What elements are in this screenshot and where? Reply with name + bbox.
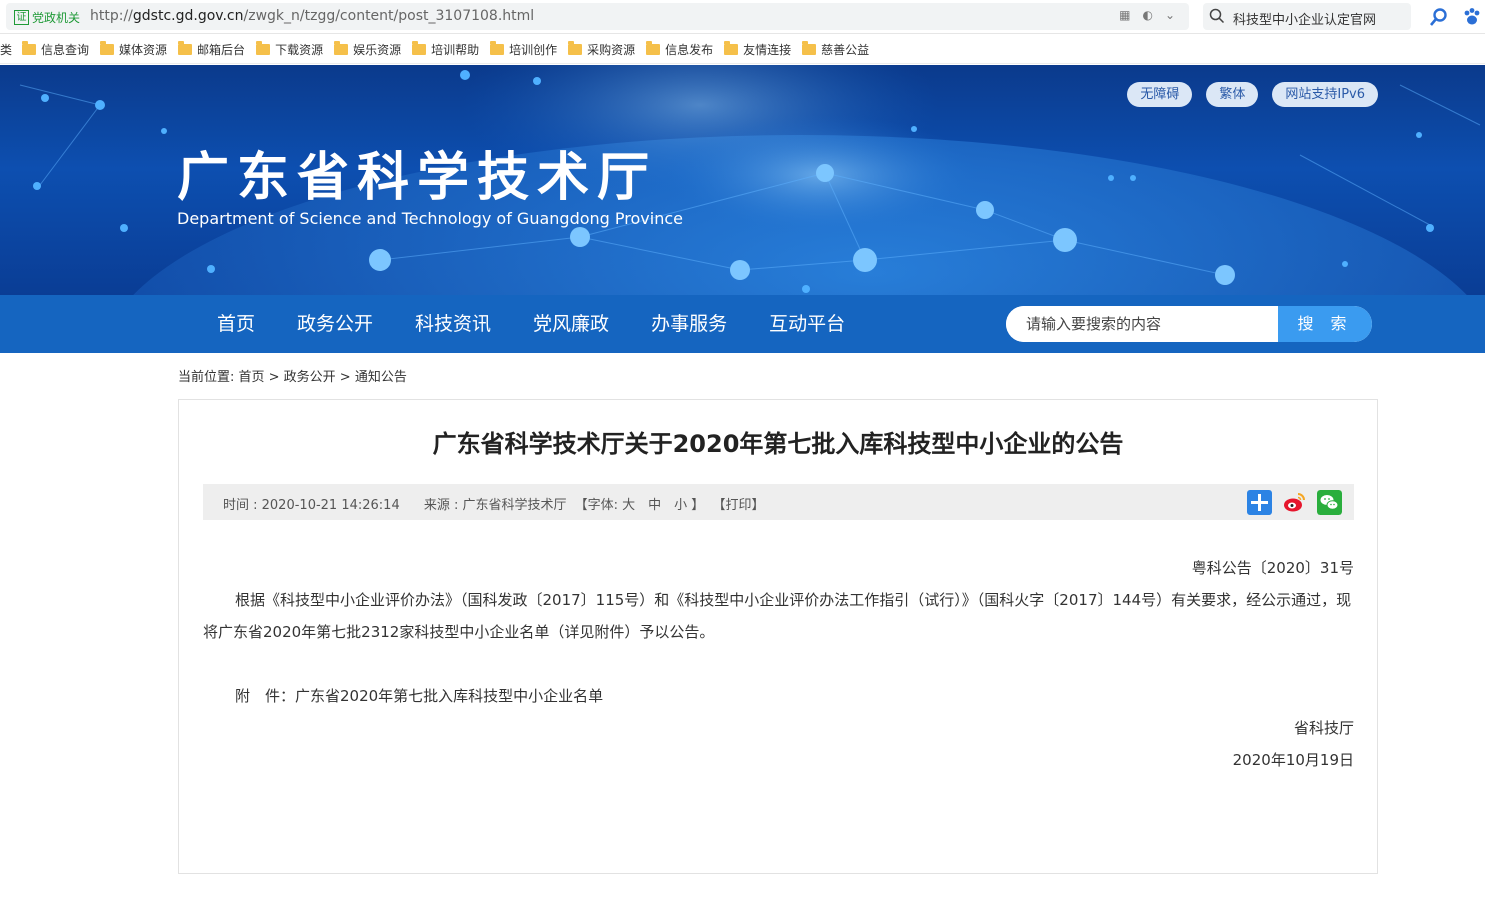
article-meta-info: 时间 : 2020-10-21 14:26:14 来源 : 广东省科学技术厅 【…: [223, 494, 784, 513]
url-path: /zwgk_n/tzgg/content/post_3107108.html: [243, 8, 535, 24]
share-more-icon[interactable]: [1247, 490, 1272, 515]
site-banner: 无障碍 繁体 网站支持IPv6 广东省科学技术厅 Department of S…: [0, 65, 1485, 295]
bookmark-item[interactable]: 信息查询: [22, 40, 89, 58]
bookmark-item[interactable]: 娱乐资源: [334, 40, 401, 58]
site-title[interactable]: 广东省科学技术厅: [177, 135, 657, 210]
bookmark-item[interactable]: 培训帮助: [412, 40, 479, 58]
share-buttons: [1247, 490, 1342, 515]
bookmark-item[interactable]: 信息发布: [646, 40, 713, 58]
breadcrumb[interactable]: 当前位置: 首页 > 政务公开 > 通知公告: [178, 366, 407, 385]
sign-date: 2020年10月19日: [1232, 751, 1354, 769]
nav-items: 首页 政务公开 科技资讯 党风廉政 办事服务 互动平台: [196, 295, 866, 353]
bookmark-item[interactable]: 下载资源: [256, 40, 323, 58]
article-container: 广东省科学技术厅关于2020年第七批入库科技型中小企业的公告 时间 : 2020…: [178, 399, 1378, 874]
folder-icon: [724, 40, 739, 55]
traditional-chinese-link[interactable]: 繁体: [1206, 82, 1259, 107]
folder-icon: [334, 40, 349, 55]
bookmark-item[interactable]: 友情连接: [724, 40, 791, 58]
compat-mode-icon[interactable]: ◐: [1142, 8, 1152, 22]
site-search: 搜 索: [1006, 306, 1372, 342]
nav-item-government-affairs[interactable]: 政务公开: [276, 295, 394, 353]
main-nav: 首页 政务公开 科技资讯 党风廉政 办事服务 互动平台 搜 索: [0, 295, 1485, 353]
ipv6-badge[interactable]: 网站支持IPv6: [1272, 82, 1378, 107]
wechat-icon[interactable]: [1317, 490, 1342, 515]
bookmark-item[interactable]: 采购资源: [568, 40, 635, 58]
signer: 省科技厅: [1293, 719, 1354, 737]
chevron-down-icon[interactable]: ⌄: [1165, 8, 1175, 22]
gov-badge: 证 党政机关: [14, 9, 80, 25]
url-host: gdstc.gd.gov.cn: [132, 8, 244, 24]
article-title: 广东省科学技术厅关于2020年第七批入库科技型中小企业的公告: [432, 430, 1124, 458]
bookmark-item[interactable]: 邮箱后台: [178, 40, 245, 58]
folder-icon: [100, 40, 115, 55]
site-search-input[interactable]: [1006, 306, 1278, 342]
folder-icon: [490, 40, 505, 55]
certificate-icon: 证: [14, 9, 29, 25]
article-meta-bar: 时间 : 2020-10-21 14:26:14 来源 : 广东省科学技术厅 【…: [203, 484, 1354, 520]
nav-item-home[interactable]: 首页: [196, 295, 276, 353]
site-subtitle: Department of Science and Technology of …: [177, 209, 683, 228]
nav-item-tech-news[interactable]: 科技资讯: [394, 295, 512, 353]
folder-icon: [178, 40, 193, 55]
folder-icon: [412, 40, 427, 55]
bookmark-item[interactable]: 培训创作: [490, 40, 557, 58]
qr-code-icon[interactable]: ▦: [1119, 8, 1130, 22]
search-button[interactable]: 搜 索: [1278, 306, 1372, 342]
search-icon: [1209, 8, 1225, 24]
url-icons: ▦ ◐ ⌄: [1119, 8, 1175, 22]
bookmarks-bar: 类 信息查询 媒体资源 邮箱后台 下载资源 娱乐资源 培训帮助 培训创作 采购资…: [0, 35, 1485, 64]
bookmark-item[interactable]: 慈善公益: [802, 40, 869, 58]
document-number: 粤科公告〔2020〕31号: [1191, 559, 1354, 577]
url-text[interactable]: http://gdstc.gd.gov.cn/zwgk_n/tzgg/conte…: [90, 8, 534, 24]
article-body: 粤科公告〔2020〕31号 根据《科技型中小企业评价办法》（国科发政〔2017〕…: [203, 552, 1354, 776]
article-source: 来源 : 广东省科学技术厅: [423, 498, 567, 513]
folder-icon: [22, 40, 37, 55]
font-size-controls[interactable]: 【字体: 大 中 小 】: [575, 498, 705, 513]
folder-icon: [568, 40, 583, 55]
browser-search-box[interactable]: 科技型中小企业认定官网: [1203, 3, 1411, 30]
search-engine-icon[interactable]: [1428, 6, 1450, 28]
url-prefix: http://: [90, 8, 133, 24]
browser-address-bar: 证 党政机关 http://gdstc.gd.gov.cn/zwgk_n/tzg…: [0, 0, 1485, 34]
gov-badge-label: 党政机关: [32, 10, 81, 25]
nav-item-party-integrity[interactable]: 党风廉政: [512, 295, 630, 353]
folder-icon: [256, 40, 271, 55]
browser-search-query: 科技型中小企业认定官网: [1233, 13, 1377, 28]
accessibility-link[interactable]: 无障碍: [1127, 82, 1193, 107]
folder-icon: [646, 40, 661, 55]
nav-item-interaction[interactable]: 互动平台: [748, 295, 866, 353]
header-links: 无障碍 繁体 网站支持IPv6: [1127, 82, 1378, 107]
publish-time: 时间 : 2020-10-21 14:26:14: [223, 498, 400, 513]
paw-icon[interactable]: [1461, 6, 1483, 28]
nav-item-services[interactable]: 办事服务: [630, 295, 748, 353]
article-paragraph: 根据《科技型中小企业评价办法》（国科发政〔2017〕115号）和《科技型中小企业…: [203, 591, 1352, 641]
folder-icon: [802, 40, 817, 55]
weibo-icon[interactable]: [1282, 490, 1307, 515]
bookmark-prefix[interactable]: 类: [0, 41, 12, 58]
url-box[interactable]: 证 党政机关 http://gdstc.gd.gov.cn/zwgk_n/tzg…: [6, 3, 1189, 30]
print-link[interactable]: 【打印】: [712, 498, 764, 513]
attachment-link[interactable]: 附 件：广东省2020年第七批入库科技型中小企业名单: [203, 680, 1354, 712]
bookmark-item[interactable]: 媒体资源: [100, 40, 167, 58]
